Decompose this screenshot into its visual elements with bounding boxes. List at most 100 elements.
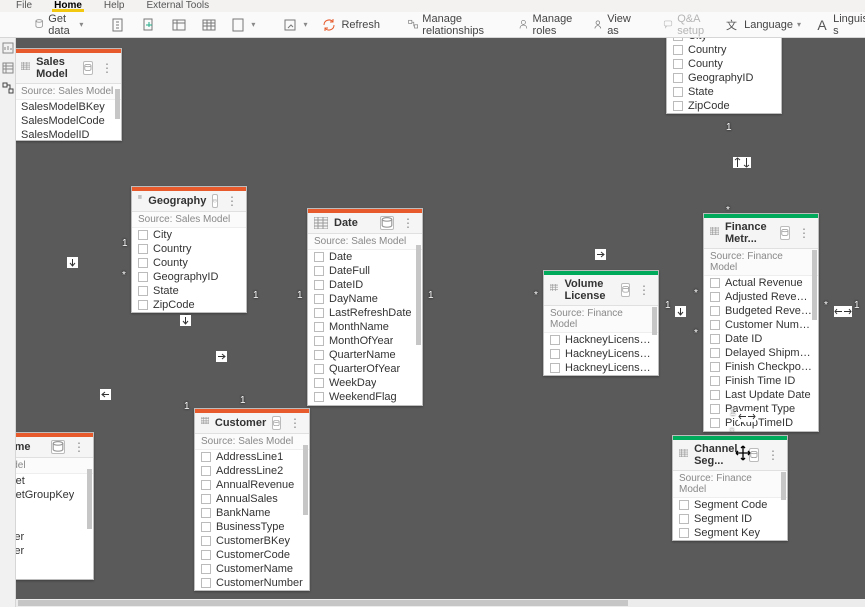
field-item[interactable]: State — [132, 284, 246, 298]
field-item[interactable]: City — [132, 228, 246, 242]
field-item[interactable]: Finish Time ID — [704, 374, 818, 388]
table-date[interactable]: Date ⋮ Source: Sales Model Date DateFull… — [307, 208, 423, 406]
field-item[interactable]: WeekendFlag — [308, 390, 422, 404]
refresh-button[interactable]: Refresh — [317, 15, 384, 35]
table-finance-metrics[interactable]: Finance Metr... ⋮ Source: Finance Model … — [703, 213, 819, 432]
field-item[interactable]: HackneyLicenseBKey — [544, 333, 658, 347]
field-item[interactable]: Date — [308, 250, 422, 264]
model-canvas[interactable]: Sales Model ⋮ Source: Sales Model SalesM… — [16, 38, 865, 599]
field-item[interactable]: SalesModelCode — [16, 114, 121, 128]
more-icon[interactable]: ⋮ — [796, 226, 812, 240]
field-item[interactable]: PickupTimeID — [704, 416, 818, 430]
tab-external-tools[interactable]: External Tools — [145, 0, 212, 12]
table-sales-model[interactable]: Sales Model ⋮ Source: Sales Model SalesM… — [16, 48, 122, 141]
field-item[interactable]: Number — [16, 544, 93, 558]
field-item[interactable]: QuarterName — [308, 348, 422, 362]
field-item[interactable]: AddressLine2 — [195, 464, 309, 478]
field-item[interactable]: DayName — [308, 292, 422, 306]
tab-help[interactable]: Help — [102, 0, 127, 12]
field-item[interactable]: ey — [16, 558, 93, 572]
field-item[interactable]: CustomerBKey — [195, 534, 309, 548]
field-item[interactable]: Country — [667, 43, 781, 57]
field-item[interactable]: Country — [132, 242, 246, 256]
field-item[interactable]: f Sale — [16, 502, 93, 516]
field-item[interactable]: AnnualSales — [195, 492, 309, 506]
more-icon[interactable]: ⋮ — [287, 416, 303, 430]
table-channel-segment[interactable]: Channel Seg... ⋮ Source: Finance Model S… — [672, 435, 788, 541]
field-item[interactable]: SalesModelID — [16, 128, 121, 140]
field-item[interactable]: Finish Checkpoint ID — [704, 360, 818, 374]
field-item[interactable]: DateFull — [308, 264, 422, 278]
language-button[interactable]: 文 Language ▾ — [720, 15, 805, 35]
horizontal-scrollbar[interactable] — [16, 599, 865, 607]
model-view-icon[interactable] — [2, 82, 14, 94]
storage-mode-icon[interactable] — [749, 448, 759, 462]
ribbon-icon-3[interactable] — [167, 15, 191, 35]
field-item[interactable]: Actual Revenue — [704, 276, 818, 290]
field-item[interactable]: BankName — [195, 506, 309, 520]
field-item[interactable]: Last Update Date — [704, 388, 818, 402]
more-icon[interactable]: ⋮ — [71, 440, 87, 454]
field-item[interactable]: SalesModelBKey — [16, 100, 121, 114]
report-view-icon[interactable] — [2, 42, 14, 54]
field-item[interactable]: County — [667, 57, 781, 71]
manage-roles-button[interactable]: Manage roles — [514, 11, 582, 39]
table-time[interactable]: Time ⋮ es Model eBucket eBucketGroupKey … — [16, 432, 94, 580]
data-view-icon[interactable] — [2, 62, 14, 74]
table-volume-license[interactable]: Volume License ⋮ Source: Finance Model H… — [543, 270, 659, 376]
get-data-button[interactable]: Get data ▾ — [30, 11, 87, 39]
field-item[interactable]: AnnualRevenue — [195, 478, 309, 492]
field-item[interactable]: CustomerName — [195, 562, 309, 576]
field-item[interactable]: LastRefreshDate — [308, 306, 422, 320]
field-item[interactable]: QuarterOfYear — [308, 362, 422, 376]
field-item[interactable]: eBucketGroupKey — [16, 488, 93, 502]
field-item[interactable]: Segment ID — [673, 512, 787, 526]
field-item[interactable]: MonthName — [308, 320, 422, 334]
storage-mode-icon[interactable] — [380, 216, 394, 230]
storage-mode-icon[interactable] — [83, 61, 93, 75]
field-item[interactable]: AddressLine1 — [195, 450, 309, 464]
field-item[interactable]: WeekDay — [308, 376, 422, 390]
field-item[interactable]: GeographyID — [132, 270, 246, 284]
field-item[interactable]: CustomerNumber — [195, 576, 309, 590]
field-item[interactable]: GeographyID — [667, 71, 781, 85]
ribbon-icon-5[interactable]: ▾ — [227, 15, 259, 35]
qa-setup-button[interactable]: Q&A setup — [659, 11, 714, 39]
ribbon-icon-4[interactable] — [197, 15, 221, 35]
table-geography[interactable]: Geography ⋮ Source: Sales Model City Cou… — [131, 186, 247, 313]
field-item[interactable]: HackneyLicenseID — [544, 361, 658, 375]
storage-mode-icon[interactable] — [621, 283, 630, 297]
field-item[interactable]: BusinessType — [195, 520, 309, 534]
field-item[interactable]: DateID — [308, 278, 422, 292]
transform-button[interactable]: ▾ — [279, 15, 311, 35]
field-item[interactable]: HackneyLicenseCode — [544, 347, 658, 361]
storage-mode-icon[interactable] — [780, 226, 790, 240]
more-icon[interactable]: ⋮ — [99, 61, 115, 75]
storage-mode-icon[interactable] — [51, 440, 65, 454]
field-item[interactable]: Segment Code — [673, 498, 787, 512]
field-item[interactable]: ZipCode — [132, 298, 246, 312]
field-item[interactable]: ucket — [16, 516, 93, 530]
field-item[interactable]: ZipCode — [667, 99, 781, 113]
more-icon[interactable]: ⋮ — [400, 216, 416, 230]
ribbon-icon-1[interactable] — [107, 15, 131, 35]
field-item[interactable]: Customer Number — [704, 318, 818, 332]
field-item[interactable]: Delayed Shipments — [704, 346, 818, 360]
more-icon[interactable]: ⋮ — [765, 448, 781, 462]
field-item[interactable]: Number — [16, 530, 93, 544]
more-icon[interactable]: ⋮ — [636, 283, 652, 297]
field-item[interactable]: Budgeted Revenue — [704, 304, 818, 318]
field-item[interactable]: CustomerCode — [195, 548, 309, 562]
storage-mode-icon[interactable] — [272, 416, 281, 430]
field-item[interactable]: Date ID — [704, 332, 818, 346]
field-item[interactable]: State — [667, 85, 781, 99]
linguistic-button[interactable]: A Linguistic s — [811, 11, 865, 39]
view-as-button[interactable]: View as — [588, 11, 640, 39]
field-item[interactable]: Segment Key — [673, 526, 787, 540]
field-item[interactable]: Adjusted Revenue — [704, 290, 818, 304]
table-customer[interactable]: Customer ⋮ Source: Sales Model AddressLi… — [194, 408, 310, 591]
more-icon[interactable]: ⋮ — [224, 194, 240, 208]
storage-mode-icon[interactable] — [212, 194, 218, 208]
field-item[interactable]: eBucket — [16, 474, 93, 488]
field-item[interactable]: County — [132, 256, 246, 270]
